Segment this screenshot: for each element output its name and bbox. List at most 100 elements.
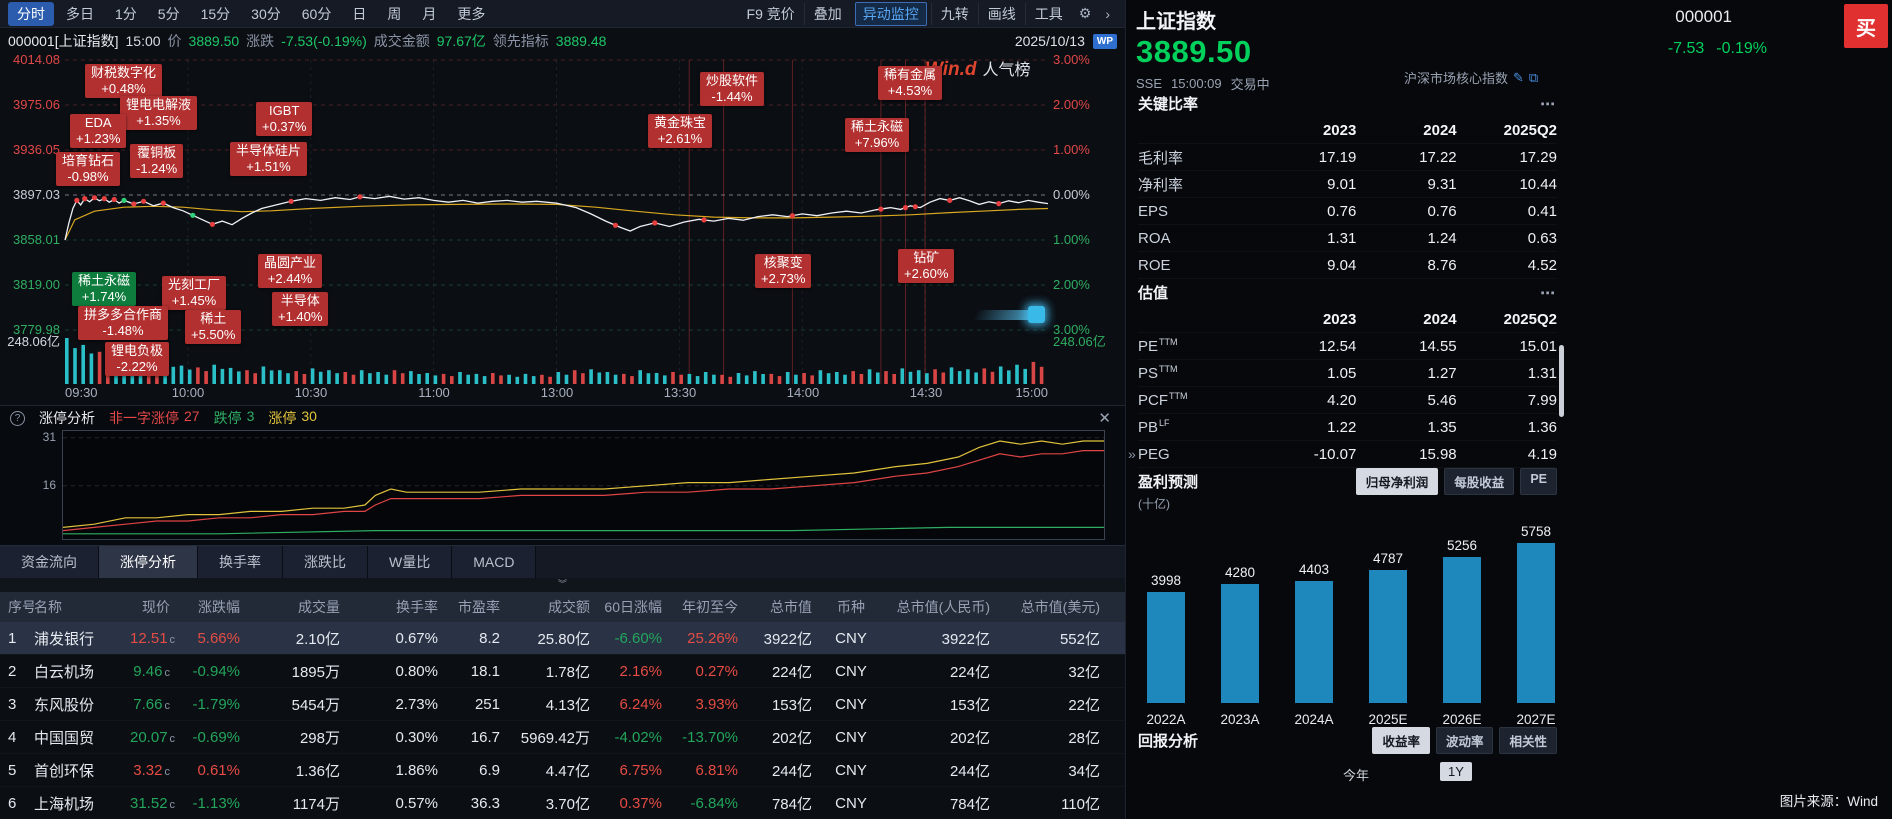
more-menu-icon[interactable]: ⋯ [1540,95,1557,113]
toggle-button[interactable]: 波动率 [1436,727,1494,754]
sector-tag[interactable]: 半导体硅片+1.51% [230,142,307,176]
table-row[interactable]: 4中国国贸20.07c-0.69%298万0.30%16.75969.42万-4… [0,721,1125,754]
tool-button[interactable]: 叠加 [804,3,851,25]
range-1y[interactable]: 1Y [1440,762,1472,781]
edit-icon[interactable]: ✎ [1513,70,1524,86]
forecast-bar [1147,592,1185,703]
tool-button[interactable]: 工具 [1025,3,1072,25]
change-value: -7.53(-0.19%) [281,33,367,49]
range-ytd[interactable]: 今年 [1343,765,1369,784]
period-tab[interactable]: 60分 [293,2,341,26]
sector-tag[interactable]: 稀土永磁+1.74% [72,272,136,306]
sector-tag[interactable]: 黄金珠宝+2.61% [648,114,712,148]
sector-tag[interactable]: 拼多多合作商-1.48% [78,306,168,340]
gear-icon[interactable]: ⚙ [1072,5,1099,22]
tool-button[interactable]: 画线 [978,3,1025,25]
sector-tag[interactable]: 炒股软件-1.44% [700,72,764,106]
buy-button[interactable]: 买 [1844,4,1888,48]
sector-tag-pct: +0.37% [262,119,306,135]
fin-value: 9.04 [1256,257,1356,274]
collapse-strip[interactable]: ︾ [0,578,1125,592]
column-header[interactable]: 币种 [822,597,880,617]
expand-arrow-icon[interactable]: » [1128,446,1136,462]
panel-icon[interactable]: ⧉ [1529,70,1538,86]
intraday-chart[interactable]: 4014.083975.063936.053897.033858.013819.… [0,54,1125,402]
table-row[interactable]: 2白云机场9.46c-0.94%1895万0.80%18.11.78亿2.16%… [0,655,1125,688]
more-menu-icon[interactable]: ⋯ [1540,284,1557,302]
sector-tag[interactable]: 稀土永磁+7.96% [845,118,909,152]
tool-button[interactable]: F9 竞价 [738,3,804,25]
toggle-button[interactable]: PE [1520,468,1557,495]
period-tab[interactable]: 更多 [448,2,494,26]
fin-value: 9.01 [1256,176,1356,193]
sector-tag[interactable]: 锂电电解液+1.35% [120,96,197,130]
sector-tag[interactable]: 覆铜板-1.24% [130,144,183,178]
tab-item[interactable]: 资金流向 [0,546,99,578]
column-header[interactable]: 成交额 [510,597,600,617]
period-tab[interactable]: 30分 [242,2,290,26]
toggle-button[interactable]: 归母净利润 [1356,468,1439,495]
column-header[interactable]: 总市值(美元) [1000,597,1110,617]
cell-market-cap: 784亿 [748,793,822,814]
y-axis-price-label: 3858.01 [0,232,60,247]
period-tab[interactable]: 月 [413,2,445,26]
tab-item[interactable]: 涨跌比 [283,546,368,578]
column-header[interactable]: 现价 [130,597,180,617]
sector-tag[interactable]: 培育钻石-0.98% [56,152,120,186]
wp-badge[interactable]: WP [1093,34,1117,49]
toggle-button[interactable]: 每股收益 [1444,468,1514,495]
period-tab[interactable]: 周 [378,2,410,26]
close-icon[interactable]: ✕ [1094,409,1115,427]
cell-volume: 5454万 [250,694,350,715]
period-tab[interactable]: 1分 [106,2,146,26]
sector-tag[interactable]: 稀有金属+4.53% [878,66,942,100]
sector-tag-pct: +1.23% [76,131,120,147]
sector-tag[interactable]: 晶圆产业+2.44% [258,254,322,288]
table-row[interactable]: 6上海机场31.52c-1.13%1174万0.57%36.33.70亿0.37… [0,787,1125,819]
period-tab[interactable]: 多日 [57,2,103,26]
column-header[interactable]: 涨跌幅 [180,597,250,617]
sector-tag[interactable]: EDA+1.23% [70,114,126,148]
sector-tag[interactable]: IGBT+0.37% [256,102,312,136]
sector-tag[interactable]: 核聚变+2.73% [755,254,811,288]
tab-item[interactable]: 换手率 [198,546,283,578]
column-header[interactable]: 年初至今 [672,597,748,617]
tab-item[interactable]: MACD [452,546,536,578]
column-header[interactable]: 市盈率 [448,597,510,617]
toggle-button[interactable]: 收益率 [1372,727,1430,754]
tool-button[interactable]: 九转 [931,3,978,25]
sector-tag-pct: +2.44% [264,271,316,287]
table-row[interactable]: 1浦发银行12.51c5.66%2.10亿0.67%8.225.80亿-6.60… [0,622,1125,655]
column-header[interactable]: 总市值(人民币) [880,597,1000,617]
sector-tag[interactable]: 钻矿+2.60% [898,249,954,283]
toggle-button[interactable]: 相关性 [1499,727,1557,754]
period-tab[interactable]: 15分 [192,2,240,26]
help-icon[interactable]: ? [10,411,25,426]
chevron-right-icon[interactable]: › [1098,6,1117,22]
table-row[interactable]: 3东风股份7.66c-1.79%5454万2.73%2514.13亿6.24%3… [0,688,1125,721]
cell-seq: 6 [0,795,34,812]
limit-chart[interactable] [62,430,1105,540]
collapse-icon[interactable]: ︾ [558,579,567,589]
column-header[interactable]: 成交量 [250,597,350,617]
sector-tag[interactable]: 半导体+1.40% [272,292,328,326]
period-tab[interactable]: 5分 [149,2,189,26]
column-header[interactable]: 名称 [34,597,130,617]
tool-button[interactable]: 异动监控 [855,2,927,26]
column-header[interactable]: 换手率 [350,597,448,617]
sector-tag[interactable]: 稀土+5.50% [185,310,241,344]
table-row[interactable]: 5首创环保3.32c0.61%1.36亿1.86%6.94.47亿6.75%6.… [0,754,1125,787]
sector-tag[interactable]: 财税数字化+0.48% [85,64,162,98]
fin-column-header: 2024 [1356,122,1456,139]
column-header[interactable]: 序号 [0,597,34,617]
sector-tag[interactable]: 锂电负极-2.22% [105,342,169,376]
sector-tag[interactable]: 光刻工厂+1.45% [162,276,226,310]
column-header[interactable]: 总市值 [748,597,822,617]
section-title: 估值 [1138,282,1168,303]
tab-active[interactable]: 涨停分析 [99,546,198,578]
panel-scrollbar[interactable] [1559,345,1564,417]
period-tab[interactable]: 日 [343,2,375,26]
column-header[interactable]: 60日涨幅 [600,597,672,617]
tab-item[interactable]: W量比 [368,546,452,578]
period-tab[interactable]: 分时 [8,2,54,26]
